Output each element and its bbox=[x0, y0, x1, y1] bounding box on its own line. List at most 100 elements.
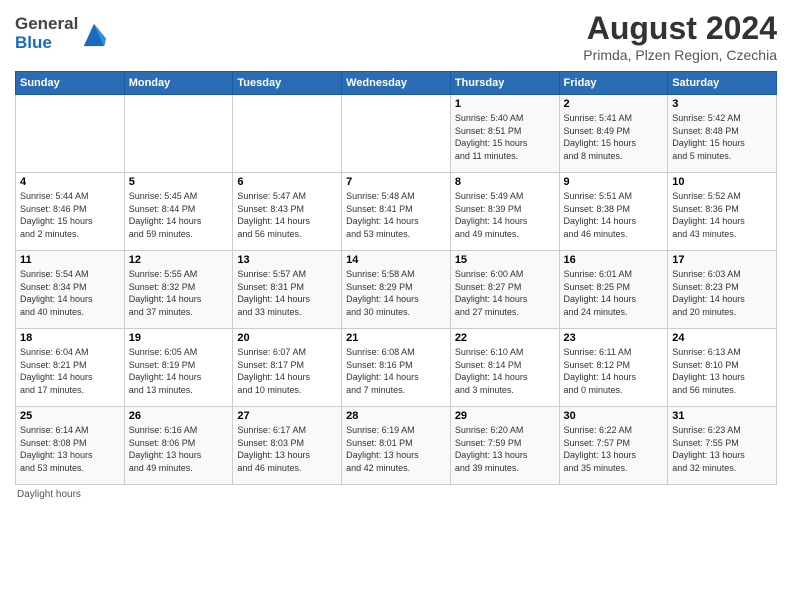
main-title: August 2024 bbox=[583, 10, 777, 47]
day-number: 4 bbox=[20, 176, 120, 188]
day-number: 11 bbox=[20, 254, 120, 266]
day-number: 2 bbox=[564, 98, 664, 110]
day-number: 20 bbox=[237, 332, 337, 344]
calendar-cell: 9 Sunrise: 5:51 AM Sunset: 8:38 PM Daylig… bbox=[559, 173, 668, 251]
day-number: 24 bbox=[672, 332, 772, 344]
weekday-header-friday: Friday bbox=[559, 72, 668, 95]
day-number: 6 bbox=[237, 176, 337, 188]
calendar-cell: 2 Sunrise: 5:41 AM Sunset: 8:49 PM Daylig… bbox=[559, 95, 668, 173]
calendar-header: SundayMondayTuesdayWednesdayThursdayFrid… bbox=[16, 72, 777, 95]
calendar-cell: 3 Sunrise: 5:42 AM Sunset: 8:48 PM Daylig… bbox=[668, 95, 777, 173]
calendar-cell: 6 Sunrise: 5:47 AM Sunset: 8:43 PM Daylig… bbox=[233, 173, 342, 251]
logo-blue: Blue bbox=[15, 34, 78, 53]
week-row-4: 18 Sunrise: 6:04 AM Sunset: 8:21 PM Dayli… bbox=[16, 329, 777, 407]
calendar-cell: 17Sunrise: 6:03 AM Sunset: 8:23 PM Dayli… bbox=[668, 251, 777, 329]
calendar-cell: 22 Sunrise: 6:10 AM Sunset: 8:14 PM Dayli… bbox=[450, 329, 559, 407]
day-info: Sunrise: 6:10 AM Sunset: 8:14 PM Dayligh… bbox=[455, 346, 555, 396]
day-number: 5 bbox=[129, 176, 229, 188]
weekday-header-tuesday: Tuesday bbox=[233, 72, 342, 95]
page-container: General Blue August 2024 Primda, Plzen R… bbox=[0, 0, 792, 505]
day-number: 16 bbox=[564, 254, 664, 266]
day-number: 1 bbox=[455, 98, 555, 110]
calendar-cell: 15Sunrise: 6:00 AM Sunset: 8:27 PM Dayli… bbox=[450, 251, 559, 329]
calendar-cell: 5Sunrise: 5:45 AM Sunset: 8:44 PM Daylig… bbox=[124, 173, 233, 251]
day-info: Sunrise: 6:22 AM Sunset: 7:57 PM Dayligh… bbox=[564, 424, 664, 474]
week-row-2: 4 Sunrise: 5:44 AM Sunset: 8:46 PM Daylig… bbox=[16, 173, 777, 251]
day-number: 13 bbox=[237, 254, 337, 266]
calendar-cell: 21 Sunrise: 6:08 AM Sunset: 8:16 PM Dayli… bbox=[342, 329, 451, 407]
day-number: 21 bbox=[346, 332, 446, 344]
day-number: 22 bbox=[455, 332, 555, 344]
day-number: 8 bbox=[455, 176, 555, 188]
day-info: Sunrise: 6:20 AM Sunset: 7:59 PM Dayligh… bbox=[455, 424, 555, 474]
day-number: 29 bbox=[455, 410, 555, 422]
calendar-cell: 19 Sunrise: 6:05 AM Sunset: 8:19 PM Dayli… bbox=[124, 329, 233, 407]
day-info: Sunrise: 6:08 AM Sunset: 8:16 PM Dayligh… bbox=[346, 346, 446, 396]
day-info: Sunrise: 5:42 AM Sunset: 8:48 PM Dayligh… bbox=[672, 112, 772, 162]
calendar-cell: 28Sunrise: 6:19 AM Sunset: 8:01 PM Dayli… bbox=[342, 407, 451, 485]
calendar-cell: 10 Sunrise: 5:52 AM Sunset: 8:36 PM Dayli… bbox=[668, 173, 777, 251]
day-info: Sunrise: 6:01 AM Sunset: 8:25 PM Dayligh… bbox=[564, 268, 664, 318]
calendar-cell: 24 Sunrise: 6:13 AM Sunset: 8:10 PM Dayli… bbox=[668, 329, 777, 407]
day-number: 18 bbox=[20, 332, 120, 344]
day-number: 3 bbox=[672, 98, 772, 110]
day-info: Sunrise: 6:11 AM Sunset: 8:12 PM Dayligh… bbox=[564, 346, 664, 396]
day-info: Sunrise: 6:23 AM Sunset: 7:55 PM Dayligh… bbox=[672, 424, 772, 474]
calendar-cell: 30Sunrise: 6:22 AM Sunset: 7:57 PM Dayli… bbox=[559, 407, 668, 485]
day-info: Sunrise: 5:54 AM Sunset: 8:34 PM Dayligh… bbox=[20, 268, 120, 318]
day-info: Sunrise: 5:55 AM Sunset: 8:32 PM Dayligh… bbox=[129, 268, 229, 318]
calendar-table: SundayMondayTuesdayWednesdayThursdayFrid… bbox=[15, 71, 777, 485]
calendar-cell: 7 Sunrise: 5:48 AM Sunset: 8:41 PM Daylig… bbox=[342, 173, 451, 251]
day-info: Sunrise: 5:51 AM Sunset: 8:38 PM Dayligh… bbox=[564, 190, 664, 240]
footer-note-text: Daylight hours bbox=[17, 489, 81, 500]
week-row-5: 25 Sunrise: 6:14 AM Sunset: 8:08 PM Dayli… bbox=[16, 407, 777, 485]
day-number: 23 bbox=[564, 332, 664, 344]
day-number: 27 bbox=[237, 410, 337, 422]
day-number: 19 bbox=[129, 332, 229, 344]
day-number: 10 bbox=[672, 176, 772, 188]
week-row-3: 11 Sunrise: 5:54 AM Sunset: 8:34 PM Dayli… bbox=[16, 251, 777, 329]
day-info: Sunrise: 5:49 AM Sunset: 8:39 PM Dayligh… bbox=[455, 190, 555, 240]
day-info: Sunrise: 6:13 AM Sunset: 8:10 PM Dayligh… bbox=[672, 346, 772, 396]
weekday-row: SundayMondayTuesdayWednesdayThursdayFrid… bbox=[16, 72, 777, 95]
footer-note: Daylight hours bbox=[15, 489, 777, 500]
day-info: Sunrise: 5:52 AM Sunset: 8:36 PM Dayligh… bbox=[672, 190, 772, 240]
calendar-cell: 26Sunrise: 6:16 AM Sunset: 8:06 PM Dayli… bbox=[124, 407, 233, 485]
day-number: 7 bbox=[346, 176, 446, 188]
day-number: 25 bbox=[20, 410, 120, 422]
day-info: Sunrise: 6:16 AM Sunset: 8:06 PM Dayligh… bbox=[129, 424, 229, 474]
calendar-cell: 16 Sunrise: 6:01 AM Sunset: 8:25 PM Dayli… bbox=[559, 251, 668, 329]
calendar-cell bbox=[342, 95, 451, 173]
calendar-cell: 14Sunrise: 5:58 AM Sunset: 8:29 PM Dayli… bbox=[342, 251, 451, 329]
calendar-cell: 31Sunrise: 6:23 AM Sunset: 7:55 PM Dayli… bbox=[668, 407, 777, 485]
calendar-cell: 12Sunrise: 5:55 AM Sunset: 8:32 PM Dayli… bbox=[124, 251, 233, 329]
calendar-cell: 25 Sunrise: 6:14 AM Sunset: 8:08 PM Dayli… bbox=[16, 407, 125, 485]
calendar-cell: 1 Sunrise: 5:40 AM Sunset: 8:51 PM Daylig… bbox=[450, 95, 559, 173]
weekday-header-thursday: Thursday bbox=[450, 72, 559, 95]
day-info: Sunrise: 6:04 AM Sunset: 8:21 PM Dayligh… bbox=[20, 346, 120, 396]
day-info: Sunrise: 5:48 AM Sunset: 8:41 PM Dayligh… bbox=[346, 190, 446, 240]
title-block: August 2024 Primda, Plzen Region, Czechi… bbox=[583, 10, 777, 63]
logo-general: General bbox=[15, 15, 78, 34]
day-info: Sunrise: 6:17 AM Sunset: 8:03 PM Dayligh… bbox=[237, 424, 337, 474]
calendar-cell: 18 Sunrise: 6:04 AM Sunset: 8:21 PM Dayli… bbox=[16, 329, 125, 407]
calendar-body: 1 Sunrise: 5:40 AM Sunset: 8:51 PM Daylig… bbox=[16, 95, 777, 485]
day-number: 9 bbox=[564, 176, 664, 188]
weekday-header-sunday: Sunday bbox=[16, 72, 125, 95]
day-info: Sunrise: 5:44 AM Sunset: 8:46 PM Dayligh… bbox=[20, 190, 120, 240]
calendar-cell bbox=[124, 95, 233, 173]
calendar-cell: 27 Sunrise: 6:17 AM Sunset: 8:03 PM Dayli… bbox=[233, 407, 342, 485]
calendar-cell: 8 Sunrise: 5:49 AM Sunset: 8:39 PM Daylig… bbox=[450, 173, 559, 251]
day-info: Sunrise: 6:05 AM Sunset: 8:19 PM Dayligh… bbox=[129, 346, 229, 396]
day-info: Sunrise: 6:03 AM Sunset: 8:23 PM Dayligh… bbox=[672, 268, 772, 318]
calendar-cell: 11 Sunrise: 5:54 AM Sunset: 8:34 PM Dayli… bbox=[16, 251, 125, 329]
day-number: 28 bbox=[346, 410, 446, 422]
calendar-cell: 20Sunrise: 6:07 AM Sunset: 8:17 PM Dayli… bbox=[233, 329, 342, 407]
day-info: Sunrise: 5:57 AM Sunset: 8:31 PM Dayligh… bbox=[237, 268, 337, 318]
day-info: Sunrise: 5:40 AM Sunset: 8:51 PM Dayligh… bbox=[455, 112, 555, 162]
day-info: Sunrise: 5:47 AM Sunset: 8:43 PM Dayligh… bbox=[237, 190, 337, 240]
calendar-cell: 4 Sunrise: 5:44 AM Sunset: 8:46 PM Daylig… bbox=[16, 173, 125, 251]
day-info: Sunrise: 6:14 AM Sunset: 8:08 PM Dayligh… bbox=[20, 424, 120, 474]
day-info: Sunrise: 5:41 AM Sunset: 8:49 PM Dayligh… bbox=[564, 112, 664, 162]
subtitle: Primda, Plzen Region, Czechia bbox=[583, 47, 777, 63]
